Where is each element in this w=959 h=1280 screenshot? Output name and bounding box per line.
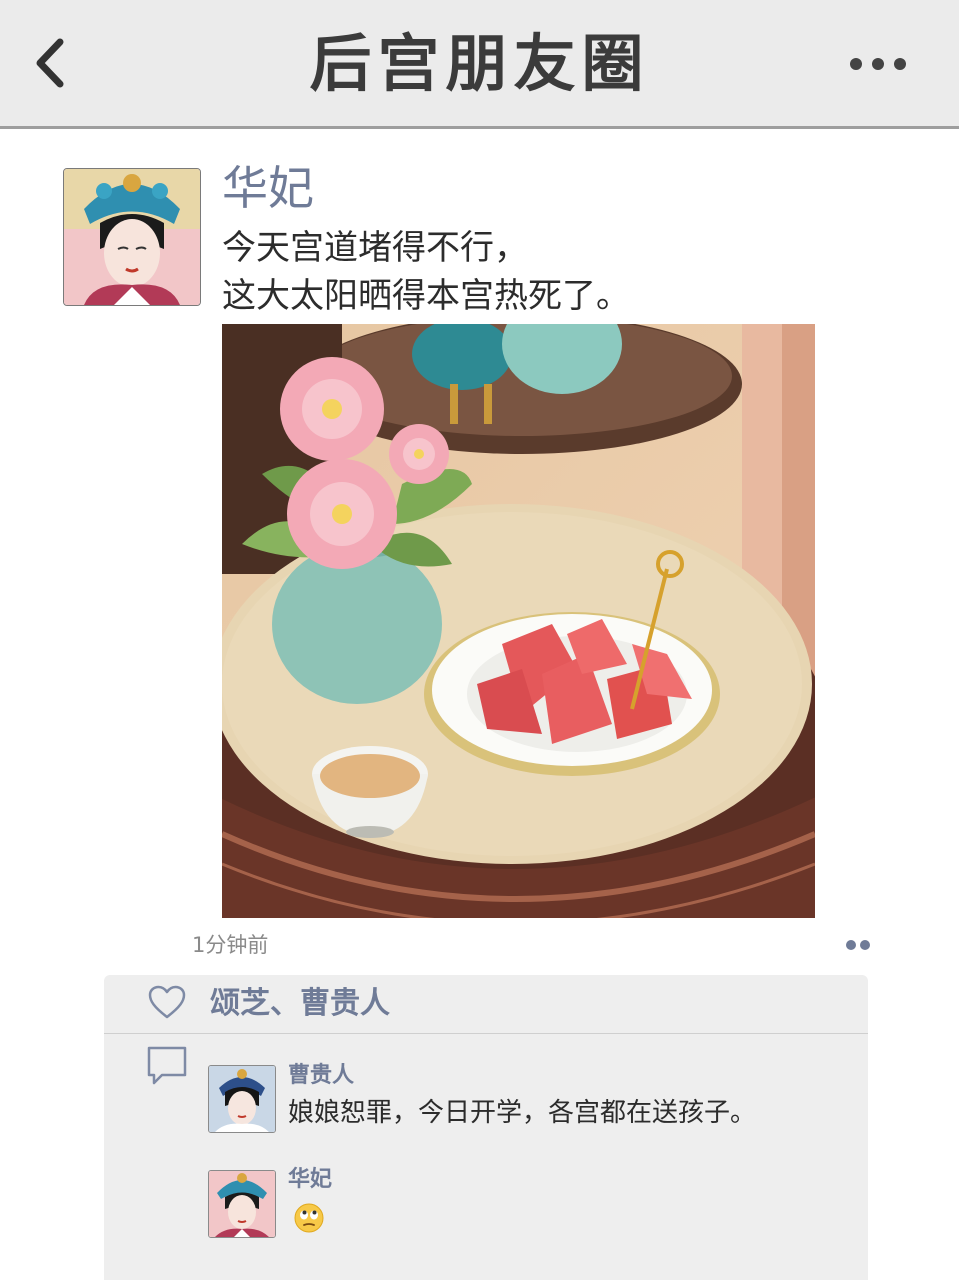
post-timestamp: 1分钟前 <box>192 933 269 957</box>
post-author-name[interactable]: 华妃 <box>222 158 314 218</box>
comment-text: 娘娘恕罪，今日开学，各宫都在送孩子。 <box>288 1098 757 1128</box>
likes-comments-panel: 颂芝、曹贵人 曹贵人 娘娘恕罪，今日开学，各宫都在送孩子。 华妃 <box>104 975 868 1280</box>
like-comment-button[interactable] <box>840 934 876 956</box>
post-text: 今天宫道堵得不行， 这大太阳晒得本宫热死了。 <box>222 224 630 320</box>
post-text-line: 今天宫道堵得不行， <box>222 228 528 268</box>
post-photo[interactable] <box>222 324 815 918</box>
comment-bubble-icon <box>147 1046 187 1085</box>
two-dots-icon <box>846 940 870 950</box>
likes-names[interactable]: 颂芝、曹贵人 <box>210 983 390 1025</box>
comment-avatar[interactable] <box>208 1170 276 1238</box>
likes-row: 颂芝、曹贵人 <box>104 975 868 1034</box>
post-author-avatar[interactable] <box>63 168 201 306</box>
comment-author[interactable]: 华妃 <box>288 1165 332 1195</box>
more-button[interactable] <box>846 52 910 76</box>
heart-icon <box>148 985 186 1019</box>
top-bar: 后宫朋友圈 <box>0 0 959 129</box>
post-text-line: 这大太阳晒得本宫热死了。 <box>222 276 630 316</box>
eye-roll-emoji-icon <box>294 1203 324 1233</box>
page-title: 后宫朋友圈 <box>309 27 650 100</box>
comment-avatar[interactable] <box>208 1065 276 1133</box>
more-dots-icon <box>850 58 906 70</box>
comment-author[interactable]: 曹贵人 <box>288 1061 354 1091</box>
